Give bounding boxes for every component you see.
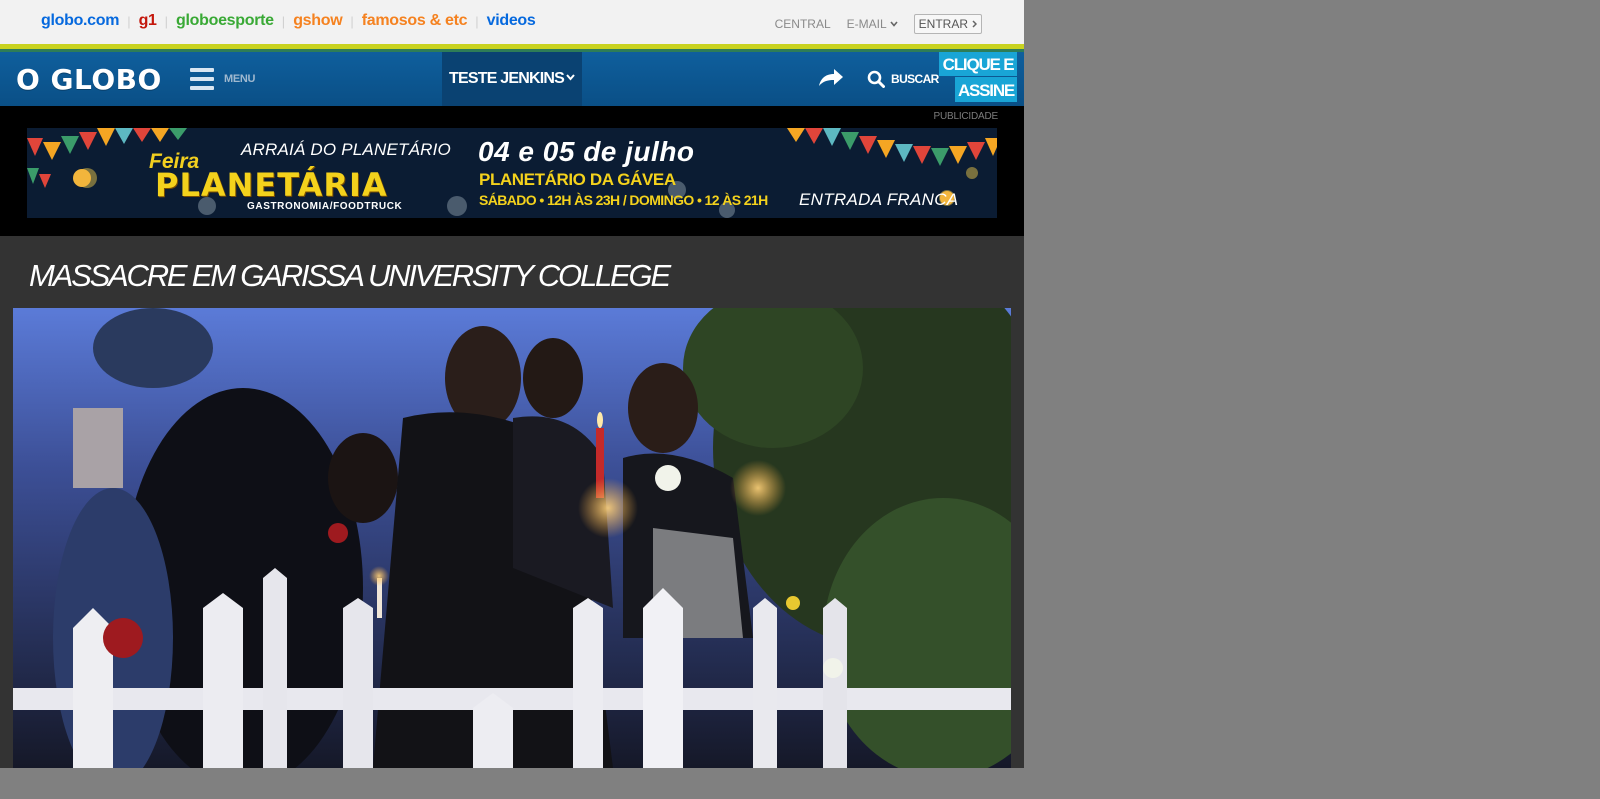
divider: |	[475, 13, 479, 29]
ad-planetaria-word: PLANETÁRIA	[155, 166, 388, 204]
chevron-right-icon	[972, 20, 977, 28]
page-title: MASSACRE EM GARISSA UNIVERSITY COLLEGE	[29, 258, 671, 293]
link-videos[interactable]: videos	[487, 12, 536, 30]
ad-subtitle: GASTRONOMIA/FOODTRUCK	[247, 201, 403, 212]
chevron-down-icon	[566, 73, 575, 81]
globo-top-bar: globo.com | g1 | globoesporte | gshow | …	[0, 0, 1024, 44]
link-globoesporte[interactable]: globoesporte	[176, 12, 274, 30]
page: globo.com | g1 | globoesporte | gshow | …	[0, 0, 1024, 768]
section-dropdown[interactable]: TESTE JENKINS	[442, 52, 582, 106]
search-button[interactable]: BUSCAR	[867, 70, 939, 88]
link-g1[interactable]: g1	[139, 12, 157, 30]
divider: |	[350, 13, 354, 29]
ad-area: PUBLICIDADE ARRAIÁ DO PLANETÁRIO Feira P…	[0, 106, 1024, 236]
email-label: E-MAIL	[846, 17, 887, 31]
account-links: CENTRAL E-MAIL ENTRAR	[775, 14, 982, 34]
ad-schedule: SÁBADO • 12H ÀS 23H / DOMINGO • 12 ÀS 21…	[479, 192, 768, 208]
menu-button[interactable]: MENU	[190, 68, 256, 90]
subscribe-button[interactable]: CLIQUE E ASSINE	[939, 52, 1017, 104]
email-link[interactable]: E-MAIL	[847, 17, 898, 31]
ad-entry: ENTRADA FRANCA	[799, 190, 959, 209]
subscribe-line-1: CLIQUE E	[939, 52, 1017, 76]
ad-date: 04 e 05 de julho	[478, 136, 695, 167]
link-globo-com[interactable]: globo.com	[41, 12, 119, 30]
site-header: O GLOBO MENU TESTE JENKINS BUSCAR CLIQUE…	[0, 52, 1024, 106]
central-link[interactable]: CENTRAL	[775, 17, 831, 31]
link-gshow[interactable]: gshow	[293, 12, 342, 30]
search-icon	[867, 70, 885, 88]
divider: |	[281, 13, 286, 29]
ad-banner[interactable]: ARRAIÁ DO PLANETÁRIO Feira PLANETÁRIA GA…	[27, 128, 997, 218]
search-label: BUSCAR	[891, 72, 939, 86]
menu-label: MENU	[224, 73, 256, 85]
divider: |	[164, 13, 169, 29]
ad-place: PLANETÁRIO DA GÁVEA	[479, 170, 676, 189]
login-button[interactable]: ENTRAR	[913, 14, 982, 34]
login-label: ENTRAR	[918, 17, 968, 31]
link-famosos[interactable]: famosos & etc	[362, 12, 468, 30]
divider: |	[127, 13, 131, 29]
portal-links: globo.com | g1 | globoesporte | gshow | …	[41, 12, 536, 30]
article-photo[interactable]	[13, 308, 1011, 768]
ad-headline: ARRAIÁ DO PLANETÁRIO	[241, 140, 451, 159]
share-icon[interactable]	[818, 68, 844, 88]
o-globo-logo[interactable]: O GLOBO	[16, 63, 162, 96]
ad-label: PUBLICIDADE	[933, 111, 999, 122]
chevron-down-icon	[890, 21, 898, 27]
subscribe-line-2: ASSINE	[955, 77, 1017, 102]
menu-icon	[190, 68, 214, 90]
section-label: TESTE JENKINS	[449, 70, 565, 87]
